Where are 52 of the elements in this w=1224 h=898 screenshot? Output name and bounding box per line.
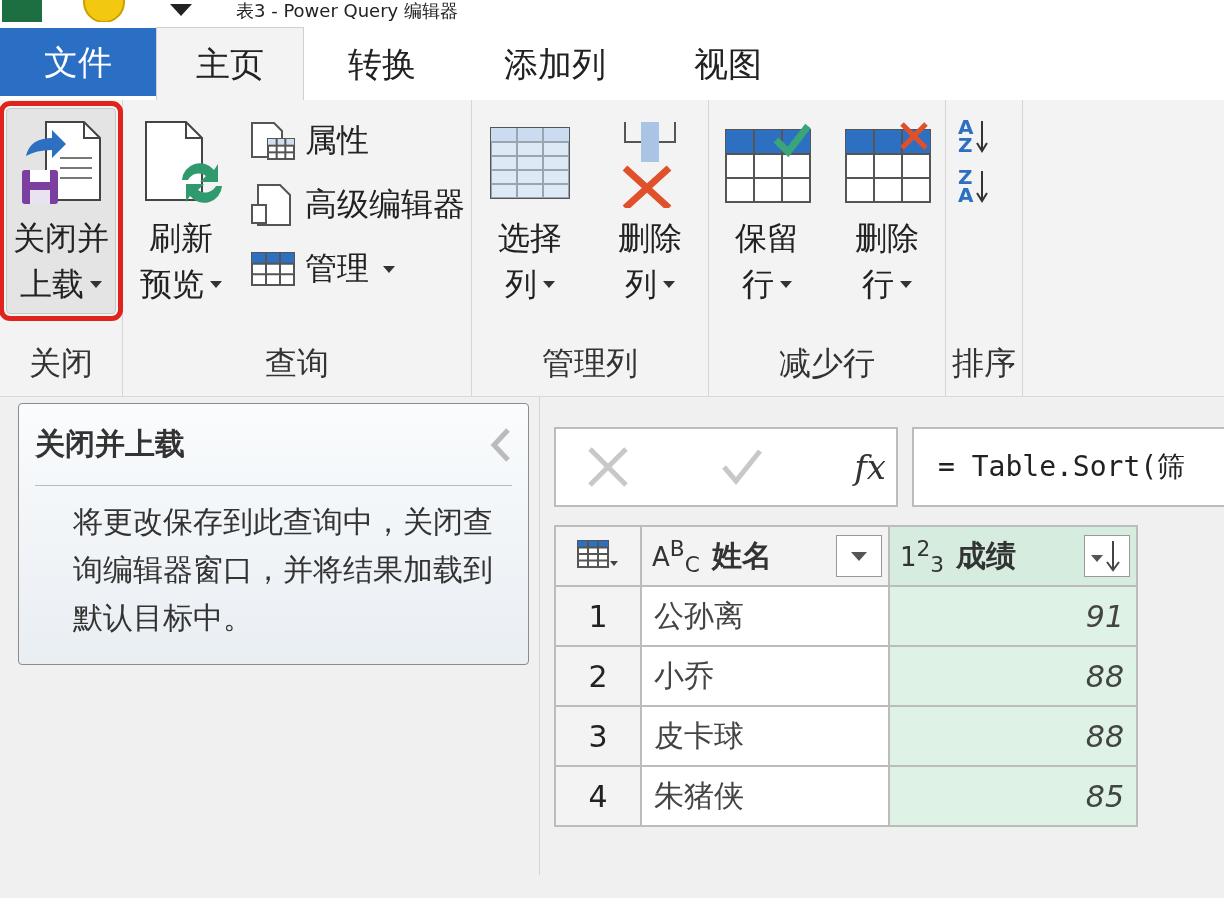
collapse-icon [490, 427, 512, 462]
ribbon-tab[interactable]: 视图 [650, 28, 806, 100]
ribbon-button[interactable]: 删除 列 [598, 108, 702, 314]
window-title: 表3 - Power Query 编辑器 [236, 0, 458, 22]
filter-button[interactable] [1084, 535, 1130, 577]
table-cell: 公孙离 [641, 586, 889, 646]
group-label: 减少行 [778, 343, 876, 384]
ribbon-button[interactable]: 刷新 预览 [129, 108, 233, 314]
down-arrow-icon [975, 119, 990, 153]
row-number: 4 [555, 766, 641, 826]
ribbon-button[interactable]: 选择 列 [478, 108, 582, 314]
group-label: 查询 [264, 343, 330, 384]
tooltip-title: 关闭并上载 [35, 425, 185, 463]
table-icon [576, 539, 620, 569]
row-number: 2 [555, 646, 641, 706]
ribbon-button[interactable]: 高级编辑器 [249, 180, 465, 230]
column-name: 成绩 [956, 536, 1018, 575]
filter-button[interactable] [836, 535, 882, 577]
table-cell: 小乔 [641, 646, 889, 706]
column-header[interactable]: A$^{B}$$_{C}$ 姓名 [641, 526, 889, 586]
ribbon-tab[interactable]: 添加列 [460, 28, 650, 100]
table-cell: 皮卡球 [641, 706, 889, 766]
column-header[interactable]: 1$^{2}$$_{3}$ 成绩 [889, 526, 1137, 586]
group-label: 关闭 [28, 343, 94, 384]
ribbon-tab[interactable]: 文件 [0, 28, 156, 96]
ribbon-tab[interactable]: 主页 [156, 27, 304, 100]
sort-button[interactable]: A Z [958, 118, 990, 154]
table-cell: 朱猪侠 [641, 766, 889, 826]
ribbon-button[interactable]: 保留 行 [715, 108, 819, 314]
ribbon-button[interactable]: 管理 [249, 244, 465, 294]
ribbon-button[interactable]: 删除 行 [835, 108, 939, 314]
table-cell: 88 [889, 646, 1137, 706]
formula-field[interactable]: = Table.Sort(筛 [912, 427, 1224, 507]
down-arrow-icon [975, 169, 990, 203]
row-number: 3 [555, 706, 641, 766]
table-cell: 91 [889, 586, 1137, 646]
group-label: 排序 [952, 343, 1016, 384]
group-label: 管理列 [541, 343, 639, 384]
ribbon-tab[interactable]: 转换 [304, 28, 460, 100]
table-icon [250, 251, 296, 287]
table-menu-button[interactable] [555, 526, 641, 586]
column-name: 姓名 [711, 536, 773, 575]
ribbon-button[interactable]: 属性 [249, 116, 465, 166]
properties-icon [250, 121, 296, 161]
function-button[interactable]: fx [854, 447, 886, 487]
row-number: 1 [555, 586, 641, 646]
tooltip-text: 将更改保存到此查询中，关闭查询编辑器窗口，并将结果加载到默认目标中。 [72, 503, 494, 637]
caret-icon [849, 550, 869, 562]
table-cell: 85 [889, 766, 1137, 826]
sort-button[interactable]: Z A [958, 168, 990, 204]
table-cell: 88 [889, 706, 1137, 766]
cancel-icon [586, 445, 630, 489]
